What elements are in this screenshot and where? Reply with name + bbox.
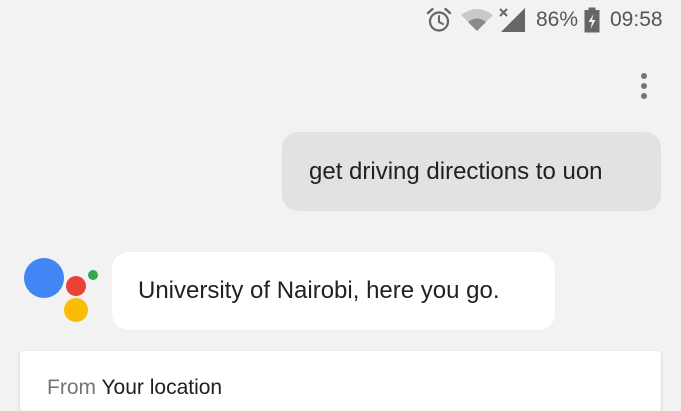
from-location-value: Your location [101, 376, 223, 399]
assistant-reply-text: University of Nairobi, here you go. [138, 277, 500, 304]
battery-percent: 86% [536, 8, 579, 31]
google-assistant-logo-icon [22, 256, 100, 326]
from-label: From [47, 376, 102, 399]
from-location-row[interactable]: From Your location [47, 376, 222, 400]
status-bar: 86% 09:58 [0, 0, 681, 40]
more-vert-icon[interactable] [632, 68, 656, 108]
user-query-bubble[interactable]: get driving directions to uon [282, 132, 661, 211]
user-query-text: get driving directions to uon [309, 157, 603, 185]
directions-card[interactable]: From Your location [20, 351, 661, 411]
clock-time: 09:58 [610, 8, 663, 31]
wifi-icon [461, 9, 493, 31]
cell-signal-icon [499, 8, 525, 32]
assistant-reply-bubble: University of Nairobi, here you go. [112, 252, 555, 330]
alarm-clock-icon [426, 7, 452, 32]
battery-charging-icon [584, 7, 600, 33]
